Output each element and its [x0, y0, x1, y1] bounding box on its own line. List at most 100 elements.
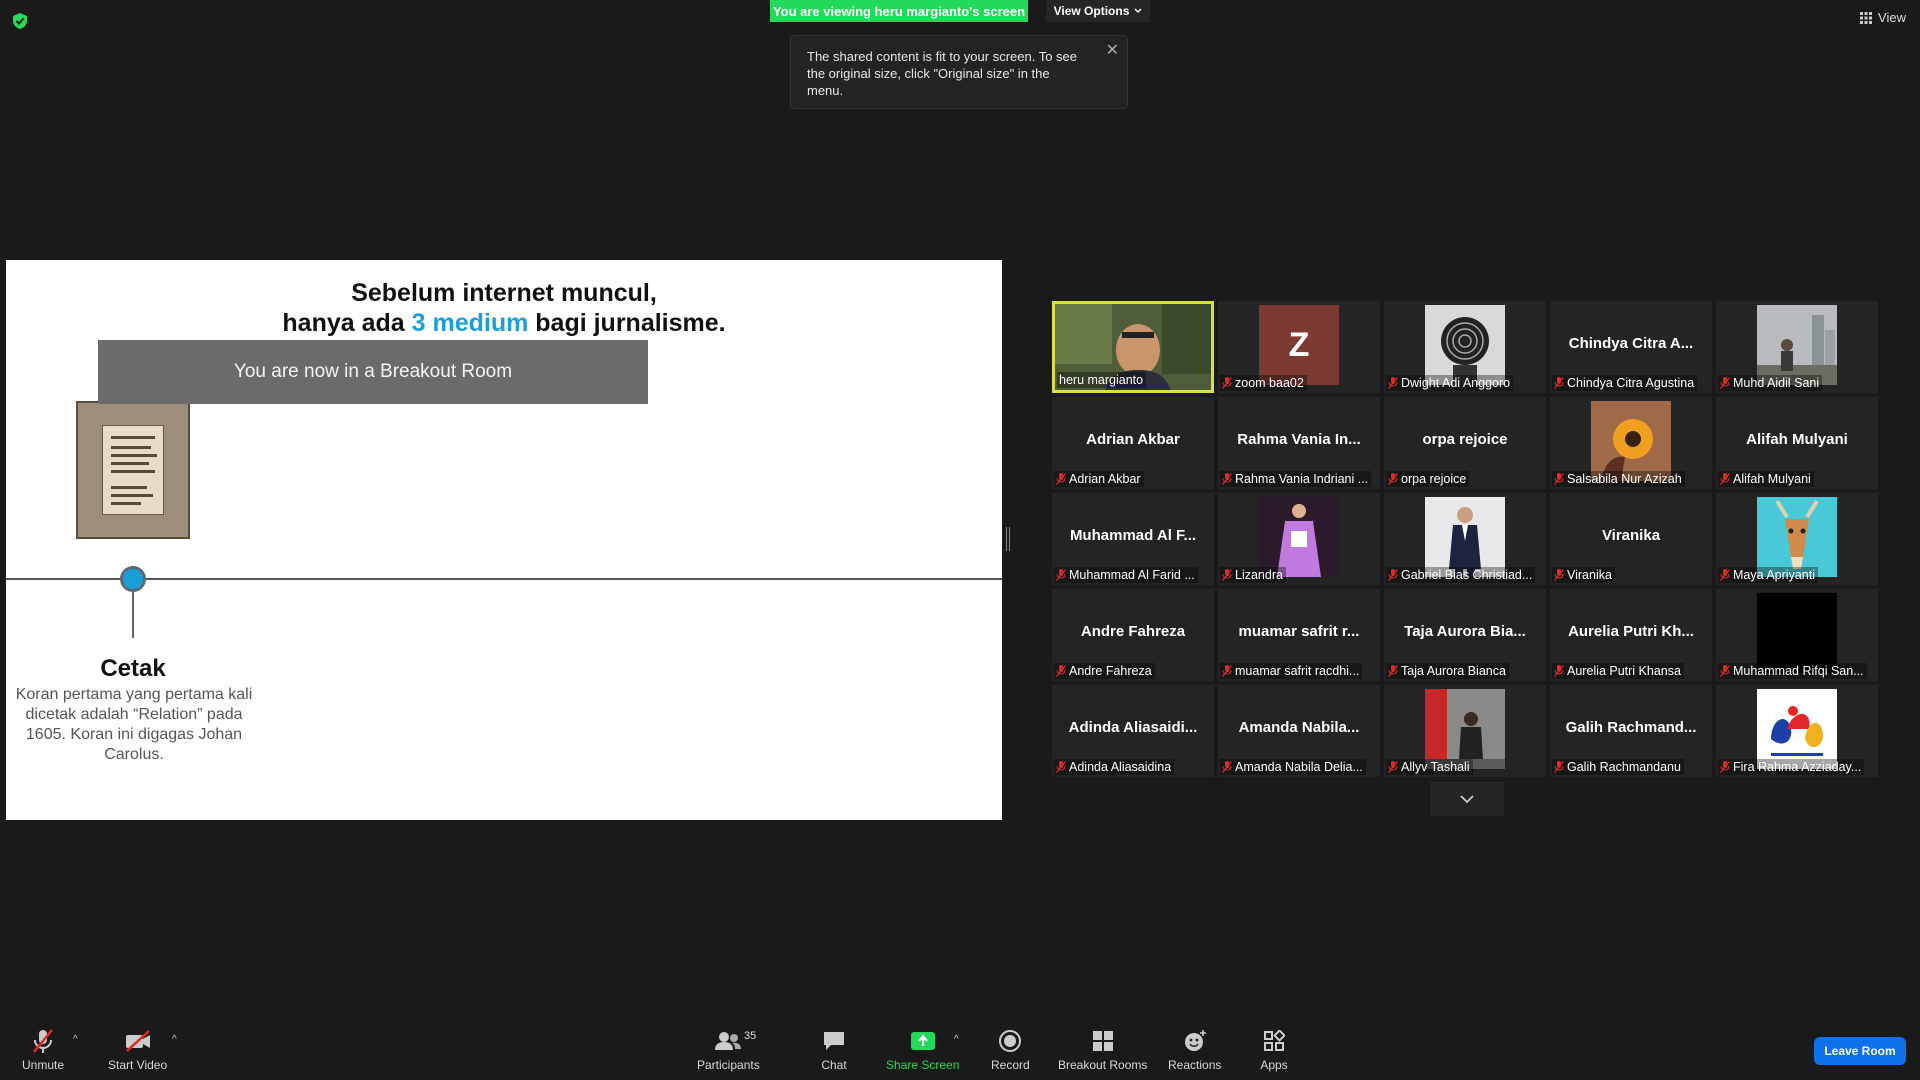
participant-tile[interactable]: orpa rejoice orpa rejoice — [1384, 397, 1546, 489]
slide-title-line1: Sebelum internet muncul, — [351, 279, 657, 307]
participant-tile[interactable]: heru margianto — [1052, 301, 1214, 393]
participant-count: 35 — [744, 1030, 757, 1042]
microphone-muted-icon — [1056, 569, 1066, 581]
participant-name-label: Adinda Aliasaidina — [1054, 759, 1175, 775]
breakout-rooms-button[interactable]: Breakout Rooms — [1058, 1028, 1147, 1072]
microphone-muted-icon — [1720, 665, 1730, 677]
timeline-stem — [132, 592, 134, 638]
participant-display-name: Andre Fahreza — [1080, 623, 1186, 640]
participant-tile[interactable]: Salsabila Nur Azizah — [1550, 397, 1712, 489]
slide-title-line2: hanya ada 3 medium bagi jurnalisme. — [6, 308, 1002, 338]
participant-tile[interactable]: muamar safrit r... muamar safrit racdhi..… — [1218, 589, 1380, 681]
participant-tile[interactable]: Andre Fahreza Andre Fahreza — [1052, 589, 1214, 681]
participant-name: Salsabila Nur Azizah — [1567, 472, 1682, 486]
participants-label: Participants — [697, 1058, 760, 1072]
microphone-muted-icon — [1388, 665, 1398, 677]
audio-options-caret[interactable]: ^ — [73, 1034, 78, 1045]
participant-name: Gabriel Bias Christiad... — [1401, 568, 1533, 582]
microphone-muted-icon — [1554, 377, 1564, 389]
view-layout-button[interactable]: View — [1860, 10, 1906, 25]
split-divider-handle[interactable] — [1006, 527, 1010, 551]
participant-display-name: orpa rejoice — [1422, 431, 1508, 448]
reactions-button[interactable]: Reactions — [1168, 1028, 1221, 1072]
participant-name: Viranika — [1567, 568, 1612, 582]
participant-gallery: heru margianto Zzoom baa02 Dwight Adi Angg… — [1052, 301, 1882, 779]
participant-photo — [1591, 401, 1671, 481]
shield-check-icon[interactable] — [11, 12, 29, 30]
microphone-muted-icon — [1388, 377, 1398, 389]
participant-tile[interactable]: Gabriel Bias Christiad... — [1384, 493, 1546, 585]
participant-photo — [1757, 305, 1837, 385]
participant-display-name: Viranika — [1601, 527, 1661, 544]
participant-tile[interactable]: Maya Apriyanti — [1716, 493, 1878, 585]
participant-tile[interactable]: Muhammad Al F... Muhammad Al Farid ... — [1052, 493, 1214, 585]
newspaper-image — [76, 401, 190, 539]
record-button[interactable]: Record — [991, 1028, 1030, 1072]
microphone-muted-icon — [1388, 761, 1398, 773]
participant-tile[interactable]: Fira Rahma Azziaday... — [1716, 685, 1878, 777]
video-options-caret[interactable]: ^ — [172, 1034, 177, 1045]
participant-tile[interactable]: Zzoom baa02 — [1218, 301, 1380, 393]
participant-tile[interactable]: Amanda Nabila... Amanda Nabila Delia... — [1218, 685, 1380, 777]
close-icon[interactable]: ✕ — [1106, 42, 1119, 59]
participant-tile[interactable]: Chindya Citra A... Chindya Citra Agustina — [1550, 301, 1712, 393]
slide-title: Sebelum internet muncul, hanya ada 3 med… — [6, 278, 1002, 338]
participant-photo — [1757, 689, 1837, 769]
participant-photo — [1757, 497, 1837, 577]
participant-tile[interactable]: Galih Rachmand... Galih Rachmandanu — [1550, 685, 1712, 777]
participant-tile[interactable]: Muhd Aidil Sani — [1716, 301, 1878, 393]
apps-button[interactable]: Apps — [1260, 1028, 1288, 1072]
meeting-toolbar: Unmute ^ Start Video ^ Participants 35 C… — [0, 1020, 1920, 1080]
participant-tile[interactable]: Viranika Viranika — [1550, 493, 1712, 585]
participant-tile[interactable]: Alifah Mulyani Alifah Mulyani — [1716, 397, 1878, 489]
participant-photo — [1425, 689, 1505, 769]
microphone-muted-icon — [1720, 569, 1730, 581]
share-options-caret[interactable]: ^ — [954, 1034, 959, 1045]
participant-display-name: Alifah Mulyani — [1746, 431, 1848, 448]
participant-display-name: Muhammad Al F... — [1069, 527, 1197, 544]
participant-tile[interactable]: Dwight Adi Anggoro — [1384, 301, 1546, 393]
participant-display-name: Aurelia Putri Kh... — [1568, 623, 1694, 640]
view-options-label: View Options — [1053, 4, 1130, 18]
participant-photo — [1425, 497, 1505, 577]
participant-name-label: Gabriel Bias Christiad... — [1386, 567, 1536, 583]
apps-icon — [1264, 1030, 1285, 1051]
slide-title-pre: hanya ada — [282, 309, 412, 337]
participant-tile[interactable]: Aurelia Putri Kh... Aurelia Putri Khansa — [1550, 589, 1712, 681]
chat-button[interactable]: Chat — [820, 1028, 848, 1072]
start-video-label: Start Video — [108, 1058, 168, 1072]
participant-avatar: Z — [1259, 305, 1339, 385]
participant-tile[interactable]: Muhammad Rifqi San... — [1716, 589, 1878, 681]
participant-name: Aurelia Putri Khansa — [1567, 664, 1681, 678]
viewing-screen-banner: You are viewing heru margianto's screen — [770, 0, 1028, 22]
participant-name-label: Andre Fahreza — [1054, 663, 1155, 679]
leave-room-button[interactable]: Leave Room — [1814, 1037, 1906, 1065]
slide-title-highlight: 3 medium — [411, 309, 529, 337]
participant-display-name: Galih Rachmand... — [1565, 719, 1697, 736]
chevron-down-icon — [1460, 794, 1474, 803]
participant-photo — [1425, 305, 1505, 385]
participant-tile[interactable]: Lizandra — [1218, 493, 1380, 585]
tooltip-text: The shared content is fit to your screen… — [807, 49, 1078, 98]
view-options-button[interactable]: View Options — [1046, 0, 1150, 22]
zoom-window: You are viewing heru margianto's screen … — [0, 0, 1920, 1080]
leave-room-label: Leave Room — [1824, 1044, 1896, 1058]
start-video-button[interactable]: Start Video — [108, 1028, 167, 1072]
participant-tile[interactable]: Adinda Aliasaidi... Adinda Aliasaidina — [1052, 685, 1214, 777]
participant-name: Allyv Tashali — [1401, 760, 1470, 774]
participant-tile[interactable]: Taja Aurora Bia... Taja Aurora Bianca — [1384, 589, 1546, 681]
unmute-button[interactable]: Unmute — [22, 1028, 64, 1072]
participant-name-label: Muhd Aidil Sani — [1718, 375, 1823, 391]
gallery-next-page-button[interactable] — [1430, 782, 1504, 816]
participant-tile[interactable]: Allyv Tashali — [1384, 685, 1546, 777]
participant-tile[interactable]: Rahma Vania In... Rahma Vania Indriani ..… — [1218, 397, 1380, 489]
shared-screen-content: Sebelum internet muncul, hanya ada 3 med… — [6, 260, 1002, 820]
participant-tile[interactable]: Adrian Akbar Adrian Akbar — [1052, 397, 1214, 489]
microphone-muted-icon — [1554, 569, 1564, 581]
participant-name-label: Lizandra — [1220, 567, 1286, 583]
record-label: Record — [991, 1058, 1030, 1072]
timeline-dot — [120, 566, 146, 592]
chat-icon — [824, 1032, 844, 1050]
share-screen-button[interactable]: Share Screen — [886, 1028, 959, 1072]
participant-name-label: Maya Apriyanti — [1718, 567, 1818, 583]
